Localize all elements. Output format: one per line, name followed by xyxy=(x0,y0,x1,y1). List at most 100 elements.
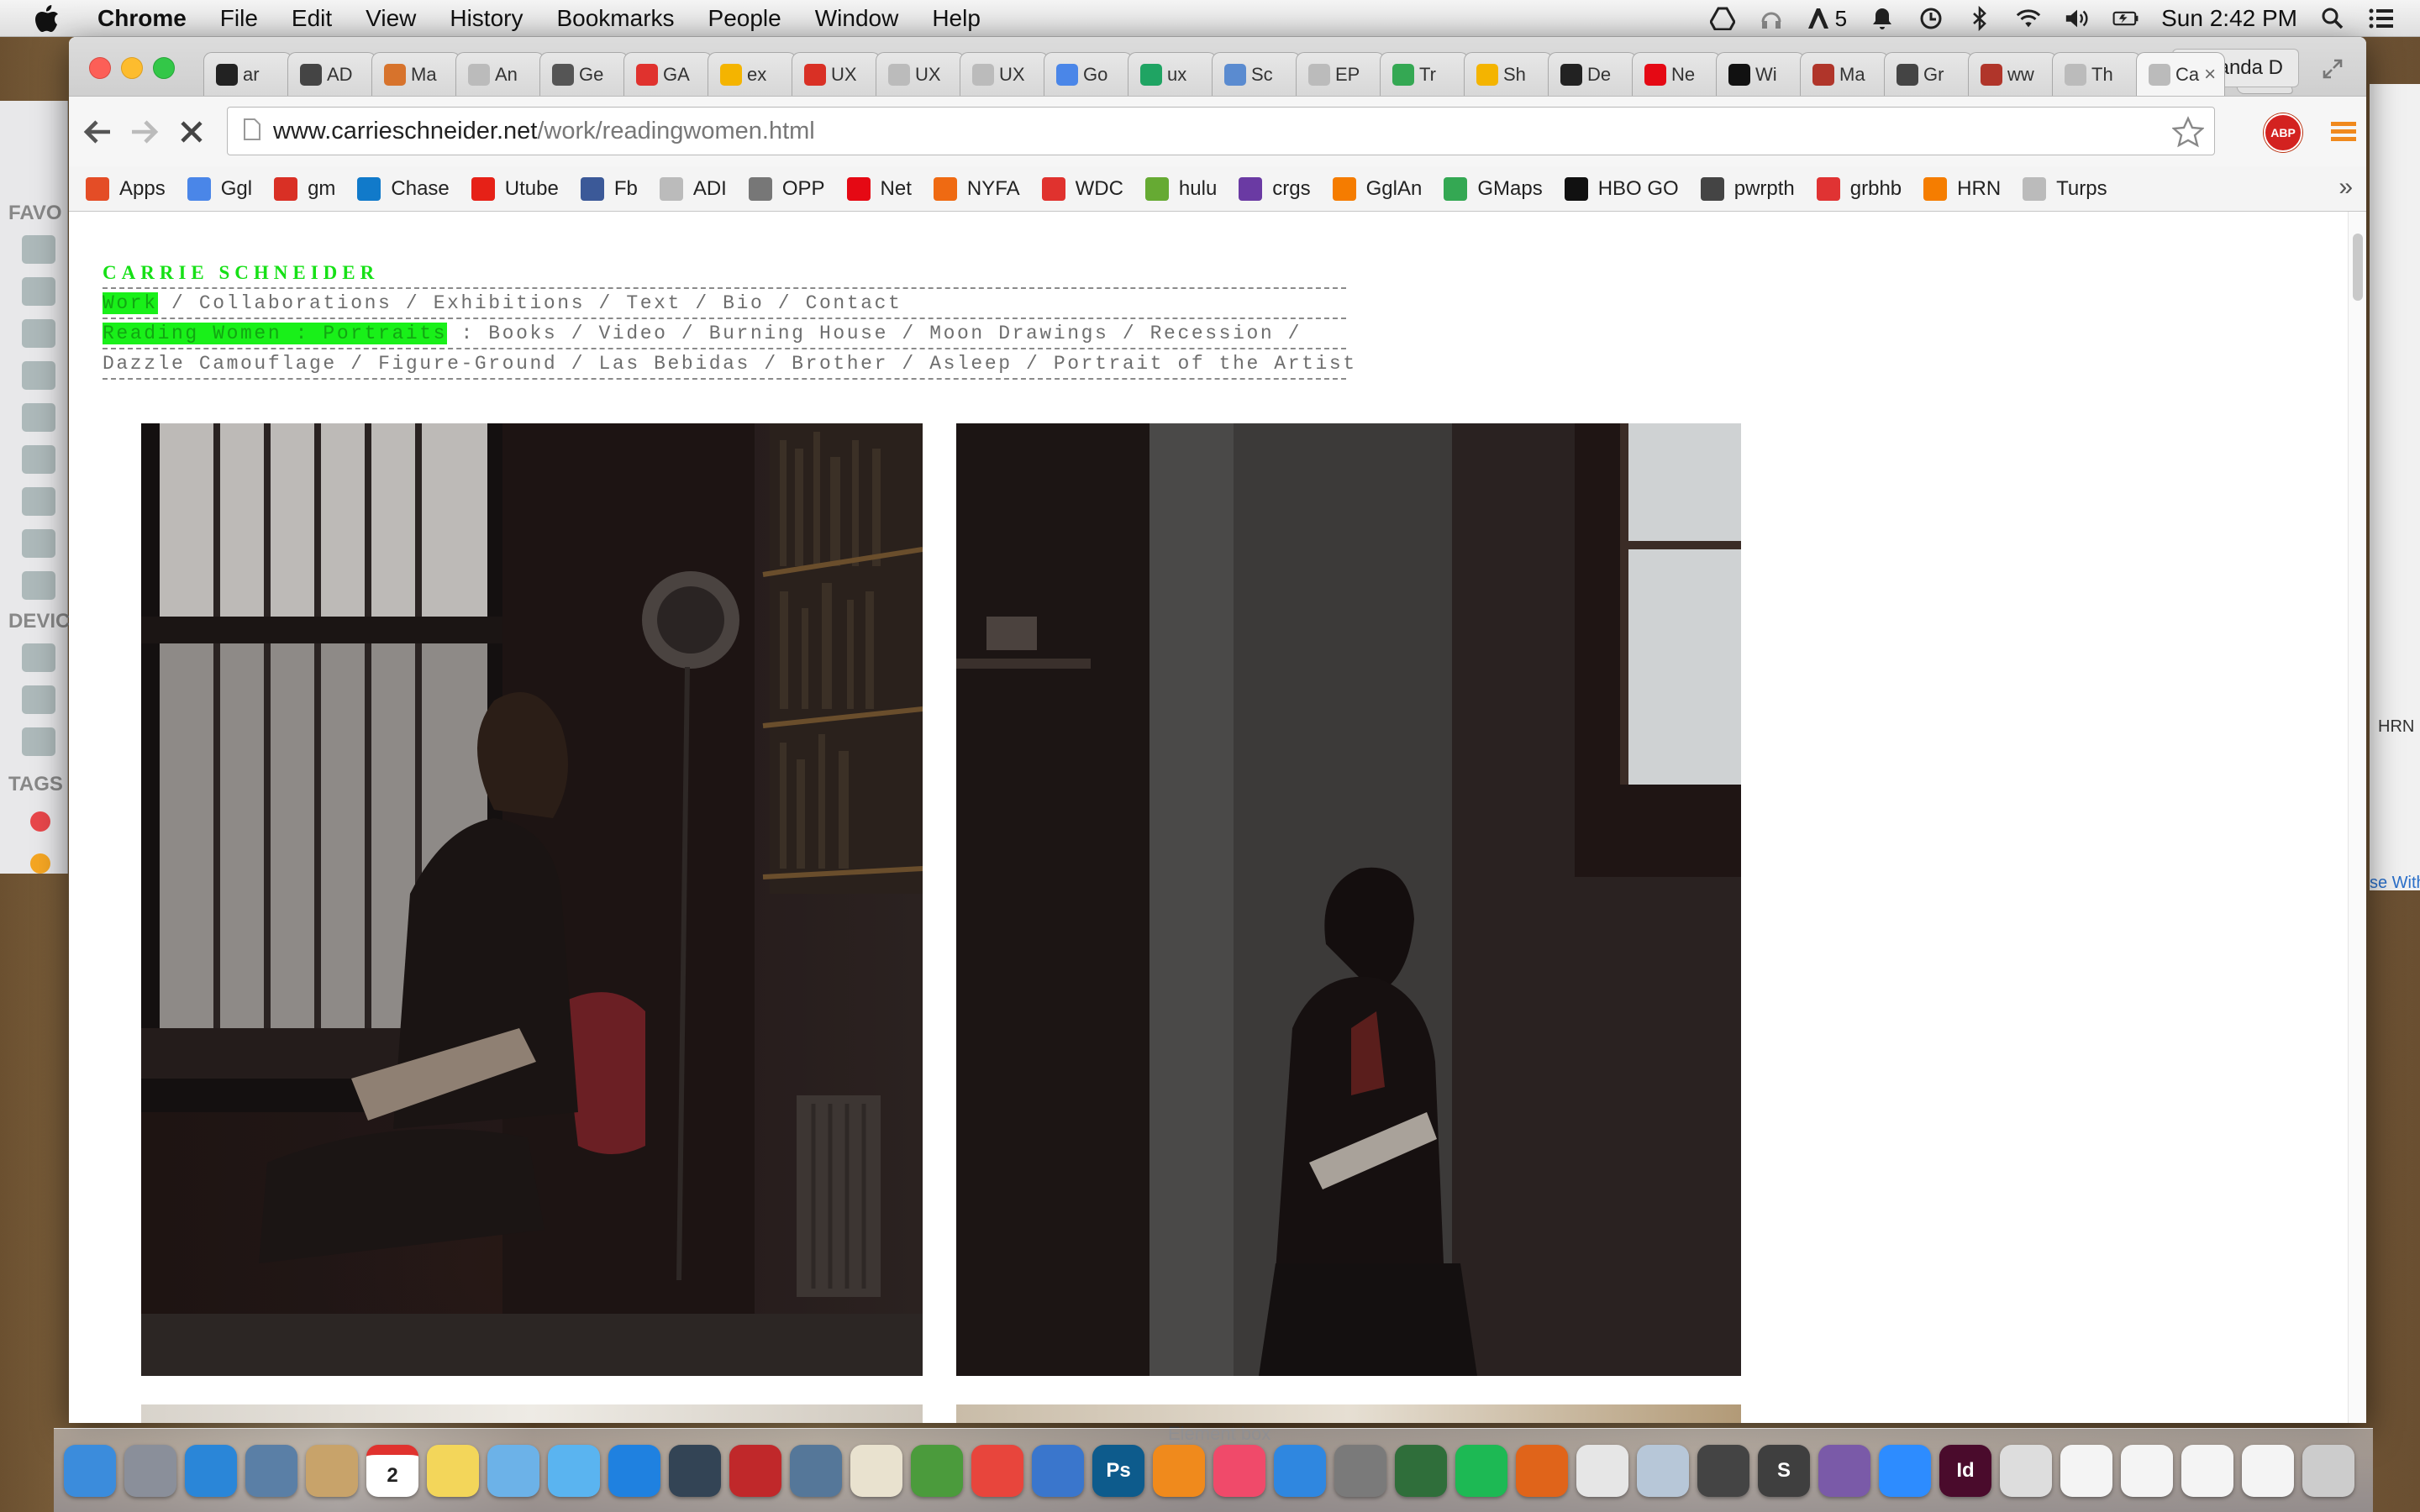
xcode-tools-icon[interactable] xyxy=(1697,1444,1749,1497)
numbers-icon[interactable] xyxy=(911,1444,963,1497)
bookmark-item[interactable]: WDC xyxy=(1041,176,1123,201)
menu-window[interactable]: Window xyxy=(815,5,899,32)
bookmark-star-icon[interactable] xyxy=(2171,116,2205,148)
firefox-icon[interactable] xyxy=(1516,1444,1568,1497)
finder-disc-icon[interactable] xyxy=(22,643,55,672)
menu-people[interactable]: People xyxy=(708,5,781,32)
dropbox-icon[interactable] xyxy=(608,1444,660,1497)
photo-booth-icon[interactable] xyxy=(729,1444,781,1497)
bookmark-item[interactable]: hulu xyxy=(1144,176,1217,201)
messages-icon[interactable] xyxy=(548,1444,600,1497)
finder-file-icon[interactable] xyxy=(22,445,55,474)
bookmarks-overflow-icon[interactable]: » xyxy=(2338,173,2353,202)
adblock-plus-icon[interactable]: ABP xyxy=(2264,113,2302,152)
browser-tab[interactable]: AD xyxy=(287,52,376,96)
back-button[interactable] xyxy=(79,113,116,150)
finder-tag-orange[interactable] xyxy=(30,853,50,874)
trash-icon[interactable] xyxy=(2302,1444,2354,1497)
headphones-icon[interactable] xyxy=(1758,5,1785,32)
site-title[interactable]: CARRIE SCHNEIDER xyxy=(103,262,379,283)
battery-icon[interactable] xyxy=(2112,5,2139,32)
finder-documents-icon[interactable] xyxy=(22,277,55,306)
minimize-window-button[interactable] xyxy=(121,57,143,79)
preview-photos-icon[interactable] xyxy=(487,1444,539,1497)
preview-icon[interactable] xyxy=(245,1444,297,1497)
browser-tab[interactable]: De xyxy=(1548,52,1637,96)
browser-tab[interactable]: EP xyxy=(1296,52,1385,96)
nav-link[interactable]: Bio xyxy=(723,292,764,314)
nav-link[interactable]: Work xyxy=(103,292,158,314)
sublime-icon[interactable]: S xyxy=(1758,1444,1810,1497)
close-window-button[interactable] xyxy=(89,57,111,79)
indesign-icon[interactable]: Id xyxy=(1939,1444,1991,1497)
bookmark-item[interactable]: Net xyxy=(846,176,912,201)
bookmark-item[interactable]: OPP xyxy=(748,176,825,201)
bookmark-item[interactable]: Ggl xyxy=(187,176,252,201)
bookmark-item[interactable]: grbhb xyxy=(1816,176,1902,201)
series-link[interactable]: Las Bebidas xyxy=(599,353,750,375)
bookmark-item[interactable]: HBO GO xyxy=(1564,176,1679,201)
series-link[interactable]: Burning House xyxy=(709,323,888,344)
browser-tab[interactable]: Gr xyxy=(1884,52,1973,96)
series-link[interactable]: Portrait of the Artist xyxy=(1054,353,1357,375)
finder-folder-icon[interactable] xyxy=(22,571,55,600)
menu-bookmarks[interactable]: Bookmarks xyxy=(556,5,674,32)
finder-desktop-icon[interactable] xyxy=(22,403,55,432)
photos-icon[interactable] xyxy=(1637,1444,1689,1497)
series-link[interactable]: Figure-Ground xyxy=(378,353,557,375)
image-capture-icon[interactable] xyxy=(790,1444,842,1497)
browser-tab[interactable]: Wi xyxy=(1716,52,1805,96)
series-link[interactable]: Dazzle Camouflage xyxy=(103,353,337,375)
calendar-icon[interactable]: 2 xyxy=(366,1444,418,1497)
keynote-icon[interactable] xyxy=(1032,1444,1084,1497)
reading-woman-photo[interactable] xyxy=(141,423,923,1376)
bookmark-item[interactable]: crgs xyxy=(1239,176,1311,201)
finder-drive-icon[interactable] xyxy=(22,685,55,714)
menu-bar-clock[interactable]: Sun 2:42 PM xyxy=(2161,5,2297,32)
wifi-icon[interactable] xyxy=(2015,5,2042,32)
spotlight-search-icon[interactable] xyxy=(2319,5,2346,32)
finder-tag-red[interactable] xyxy=(30,811,50,832)
document-stack-icon[interactable] xyxy=(2242,1444,2294,1497)
finder-folder-icon[interactable] xyxy=(22,235,55,264)
browser-tab[interactable]: GA xyxy=(623,52,713,96)
bookmark-item[interactable]: Fb xyxy=(580,176,638,201)
address-bar-url[interactable]: www.carrieschneider.net/work/readingwome… xyxy=(273,118,815,145)
fullscreen-icon[interactable] xyxy=(2316,52,2349,86)
launchpad-icon[interactable] xyxy=(124,1444,176,1497)
menu-history[interactable]: History xyxy=(450,5,523,32)
ibooks-icon[interactable] xyxy=(1153,1444,1205,1497)
nav-link-active-series[interactable]: Reading Women : Portraits xyxy=(103,323,448,344)
browser-tab[interactable]: Ne xyxy=(1632,52,1721,96)
menu-help[interactable]: Help xyxy=(932,5,981,32)
series-link[interactable]: Books xyxy=(488,323,557,344)
bookmark-item[interactable]: GglAn xyxy=(1332,176,1422,201)
zoom-icon[interactable] xyxy=(1879,1444,1931,1497)
bookmark-item[interactable]: Utube xyxy=(471,176,559,201)
notification-center-icon[interactable] xyxy=(2368,5,2395,32)
bookmark-item[interactable]: gm xyxy=(274,176,335,201)
document-stack-icon[interactable] xyxy=(2181,1444,2233,1497)
close-tab-icon[interactable]: × xyxy=(2204,63,2216,87)
tab-active[interactable]: Ca × xyxy=(2136,52,2225,96)
series-link[interactable]: Asleep xyxy=(929,353,1012,375)
safari-icon[interactable] xyxy=(185,1444,237,1497)
page-scrollbar[interactable] xyxy=(2348,212,2366,1423)
world-clock-icon[interactable] xyxy=(1395,1444,1447,1497)
menu-file[interactable]: File xyxy=(220,5,258,32)
browser-tab[interactable]: UX xyxy=(792,52,881,96)
chrome-icon[interactable] xyxy=(971,1444,1023,1497)
system-preferences-icon[interactable] xyxy=(1334,1444,1386,1497)
finder-airdrop-icon[interactable] xyxy=(22,319,55,348)
address-bar[interactable]: www.carrieschneider.net/work/readingwome… xyxy=(227,107,2215,155)
bookmark-item[interactable]: GMaps xyxy=(1444,176,1543,201)
document-stack-icon[interactable] xyxy=(2060,1444,2112,1497)
bookmark-item[interactable]: pwrpth xyxy=(1700,176,1795,201)
browser-tab[interactable]: Sc xyxy=(1212,52,1301,96)
apple-menu-icon[interactable] xyxy=(30,2,64,35)
chrome-menu-icon[interactable] xyxy=(2329,117,2358,145)
textedit-icon[interactable] xyxy=(850,1444,902,1497)
bookmark-item[interactable]: Apps xyxy=(86,176,166,201)
browser-tab[interactable]: ux xyxy=(1128,52,1217,96)
browser-tab[interactable]: An xyxy=(455,52,544,96)
